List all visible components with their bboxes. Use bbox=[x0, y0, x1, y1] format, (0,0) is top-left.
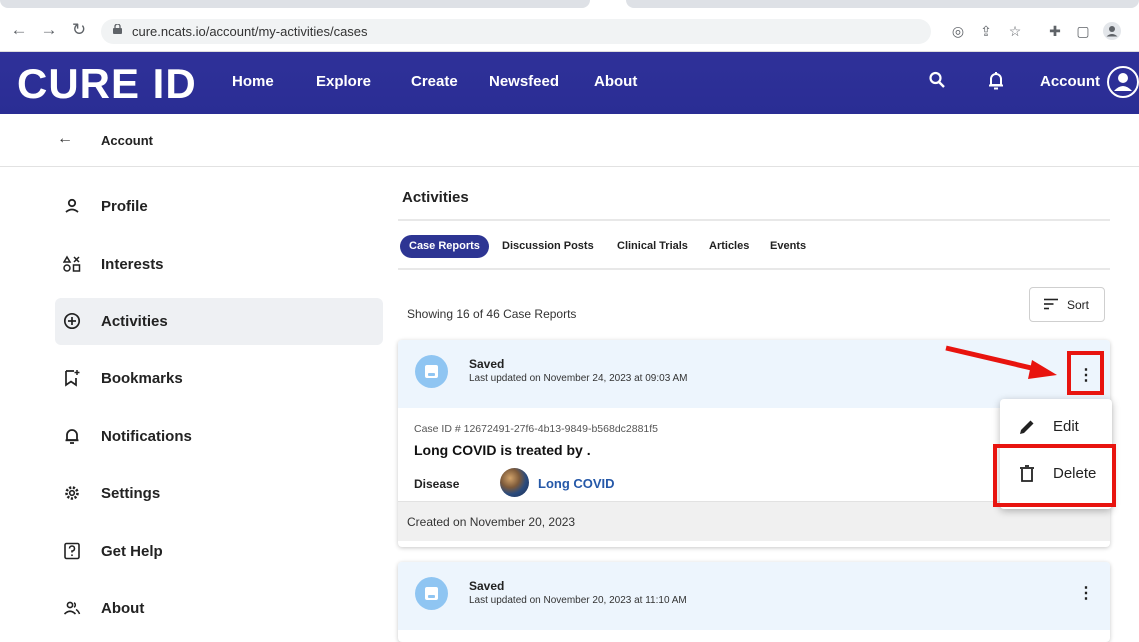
disease-label: Disease bbox=[414, 477, 460, 491]
disease-link[interactable]: Long COVID bbox=[538, 476, 615, 491]
menu-item-label: Edit bbox=[1053, 418, 1079, 435]
sidebar-item-activities[interactable]: Activities bbox=[55, 298, 383, 345]
browser-tab[interactable] bbox=[626, 0, 1139, 8]
sidebar-item-label: Bookmarks bbox=[101, 370, 183, 387]
sidebar-item-label: Settings bbox=[101, 485, 161, 502]
card-status: Saved bbox=[469, 579, 505, 593]
profile-icon[interactable] bbox=[1102, 21, 1122, 41]
case-title[interactable]: Long COVID is treated by . bbox=[414, 442, 591, 458]
breadcrumb-label: Account bbox=[101, 133, 153, 148]
help-icon bbox=[64, 542, 80, 560]
pencil-icon bbox=[1020, 420, 1034, 434]
sidebar-item-bookmarks[interactable]: Bookmarks bbox=[55, 355, 383, 402]
sidebar-item-label: Profile bbox=[101, 198, 148, 215]
sort-label: Sort bbox=[1067, 298, 1090, 312]
tab-clinical-trials[interactable]: Clinical Trials bbox=[617, 235, 688, 258]
bookmark-icon bbox=[65, 370, 80, 387]
nav-newsfeed[interactable]: Newsfeed bbox=[489, 73, 559, 90]
sort-icon bbox=[1044, 298, 1058, 310]
breadcrumb: ← Account bbox=[0, 114, 1139, 167]
star-icon[interactable]: ☆ bbox=[1005, 21, 1025, 41]
results-count: Showing 16 of 46 Case Reports bbox=[407, 307, 577, 321]
reload-icon[interactable]: ↻ bbox=[69, 20, 89, 40]
sidebar-item-label: Get Help bbox=[101, 543, 163, 560]
page-title: Activities bbox=[402, 189, 469, 206]
nav-explore[interactable]: Explore bbox=[316, 73, 371, 90]
extensions-icon[interactable]: ✚ bbox=[1045, 21, 1065, 41]
bell-icon bbox=[65, 429, 79, 444]
tab-strip bbox=[0, 0, 1139, 10]
share-icon[interactable]: ⇪ bbox=[976, 21, 996, 41]
disease-image bbox=[500, 468, 529, 497]
sidebar-item-interests[interactable]: Interests bbox=[55, 241, 383, 288]
card-updated: Last updated on November 24, 2023 at 09:… bbox=[469, 373, 688, 384]
forward-arrow-icon[interactable]: → bbox=[39, 20, 59, 40]
sidebar-item-label: Interests bbox=[101, 256, 164, 273]
sidepanel-icon[interactable]: ▢ bbox=[1073, 21, 1093, 41]
card-status: Saved bbox=[469, 357, 505, 371]
more-options-icon[interactable]: ⋮ bbox=[1076, 584, 1096, 604]
sort-button[interactable]: Sort bbox=[1029, 287, 1105, 322]
browser-tab[interactable] bbox=[0, 0, 590, 8]
nav-create[interactable]: Create bbox=[411, 73, 458, 90]
tab-case-reports[interactable]: Case Reports bbox=[400, 235, 489, 258]
annotation-highlight bbox=[993, 444, 1116, 507]
performance-icon[interactable]: ◎ bbox=[948, 21, 968, 41]
annotation-arrow-icon bbox=[945, 345, 1057, 379]
sidebar-item-about[interactable]: About bbox=[55, 585, 383, 632]
nav-home[interactable]: Home bbox=[232, 73, 274, 90]
url-text: cure.ncats.io/account/my-activities/case… bbox=[132, 24, 368, 39]
cure-id-logo[interactable]: CURE ID bbox=[17, 60, 197, 108]
address-bar[interactable]: cure.ncats.io/account/my-activities/case… bbox=[101, 19, 931, 44]
case-id: Case ID # 12672491-27f6-4b13-9849-b568dc… bbox=[414, 423, 659, 435]
card-created: Created on November 20, 2023 bbox=[407, 515, 576, 529]
back-arrow-icon[interactable]: ← bbox=[57, 130, 73, 148]
search-icon[interactable] bbox=[928, 70, 946, 92]
people-icon bbox=[63, 601, 81, 615]
save-icon bbox=[415, 577, 448, 610]
sidebar-item-label: About bbox=[101, 600, 145, 617]
sidebar-item-profile[interactable]: Profile bbox=[55, 183, 383, 230]
tab-articles[interactable]: Articles bbox=[709, 235, 749, 258]
tab-events[interactable]: Events bbox=[770, 235, 806, 258]
divider bbox=[398, 268, 1110, 270]
account-avatar-icon[interactable] bbox=[1107, 66, 1139, 98]
sidebar-item-settings[interactable]: Settings bbox=[55, 470, 383, 517]
divider bbox=[398, 219, 1110, 221]
sidebar-item-get-help[interactable]: Get Help bbox=[55, 528, 383, 575]
tab-discussion-posts[interactable]: Discussion Posts bbox=[502, 235, 594, 258]
back-arrow-icon[interactable]: ← bbox=[9, 20, 29, 40]
case-report-card[interactable]: Saved Last updated on November 20, 2023 … bbox=[398, 562, 1110, 642]
annotation-highlight bbox=[1067, 351, 1104, 395]
sidebar-item-notifications[interactable]: Notifications bbox=[55, 413, 383, 460]
menu-item-edit[interactable]: Edit bbox=[1000, 405, 1112, 449]
bell-icon[interactable] bbox=[988, 70, 1004, 92]
sidebar-item-label: Notifications bbox=[101, 428, 192, 445]
sidebar-item-label: Activities bbox=[101, 313, 168, 330]
card-updated: Last updated on November 20, 2023 at 11:… bbox=[469, 595, 687, 606]
plus-circle-icon bbox=[63, 312, 81, 330]
top-navbar: CURE ID Home Explore Create Newsfeed Abo… bbox=[0, 52, 1139, 114]
card-header: Saved Last updated on November 20, 2023 … bbox=[398, 562, 1110, 630]
browser-chrome: ← → ↻ cure.ncats.io/account/my-activitie… bbox=[0, 0, 1139, 52]
save-icon bbox=[415, 355, 448, 388]
gear-icon bbox=[65, 486, 79, 500]
nav-about[interactable]: About bbox=[594, 73, 637, 90]
interests-icon bbox=[63, 255, 81, 272]
lock-icon bbox=[113, 24, 122, 34]
person-icon bbox=[65, 198, 79, 213]
nav-account[interactable]: Account bbox=[1040, 73, 1100, 90]
